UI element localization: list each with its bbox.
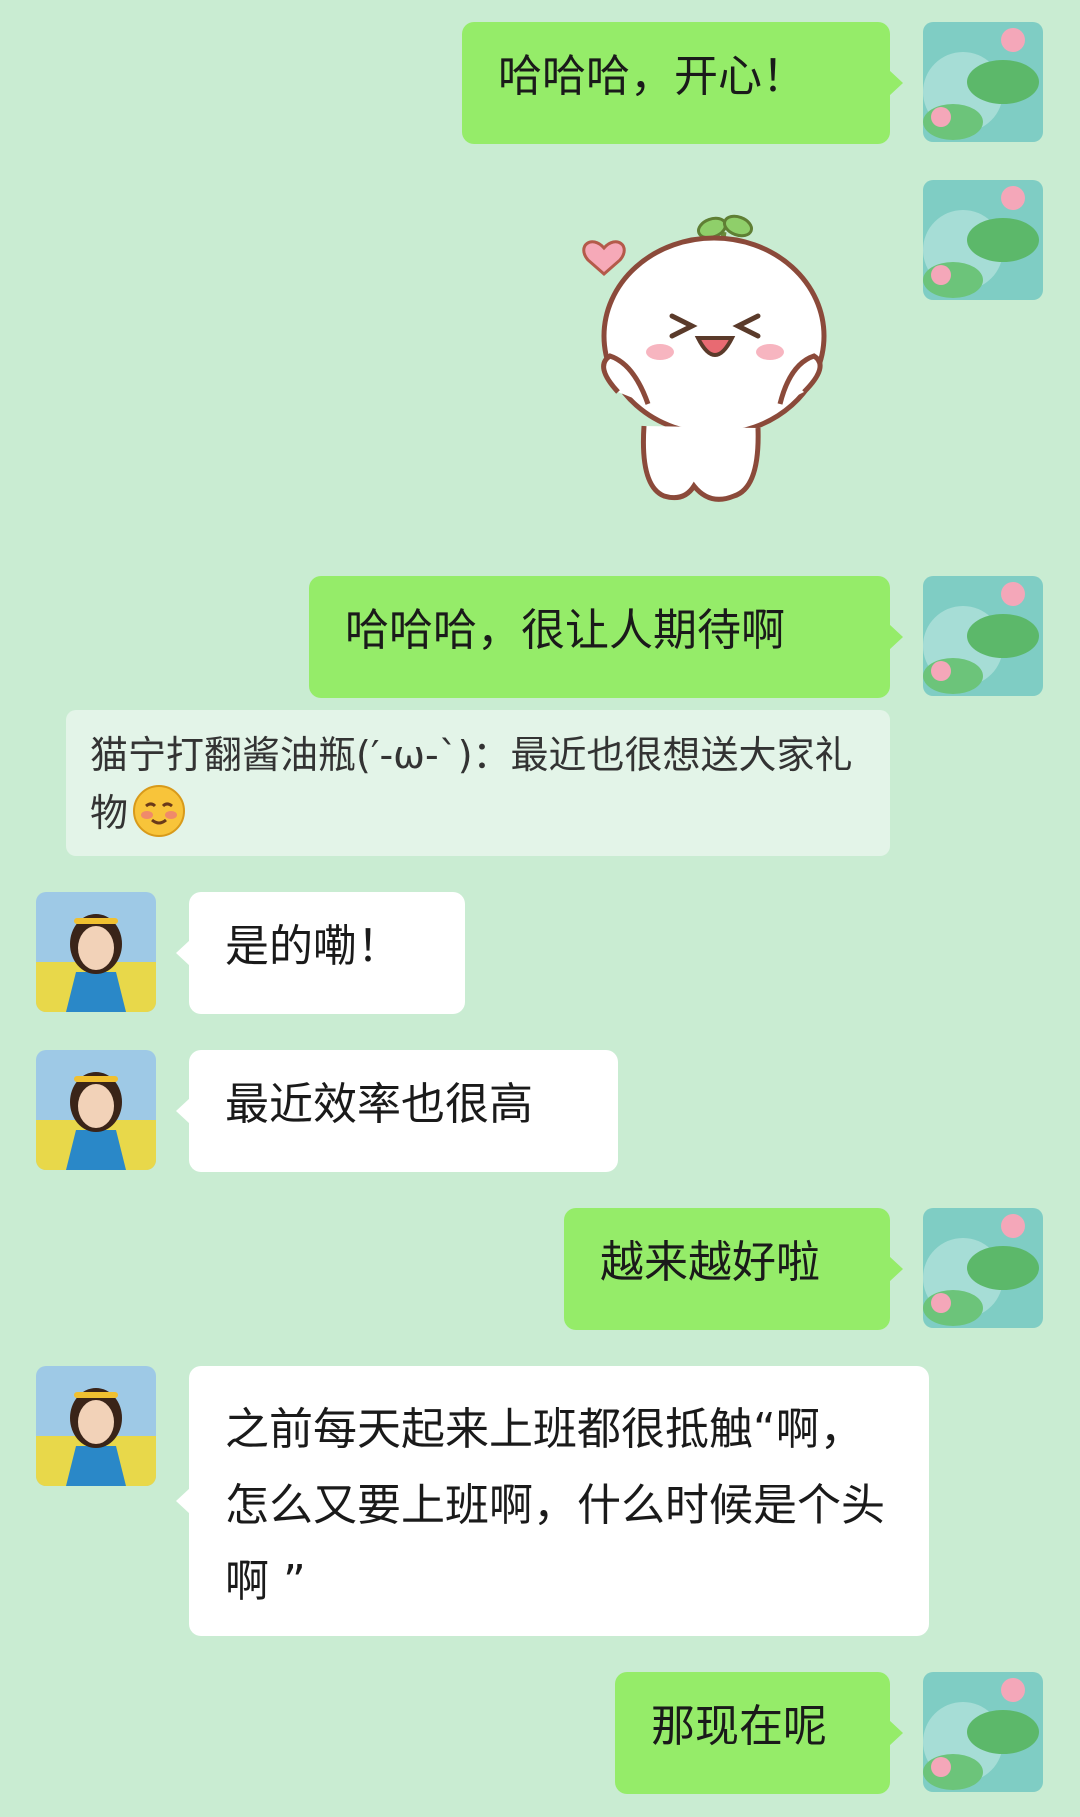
message-text: 越来越好啦 — [600, 1237, 820, 1288]
my-message-bubble[interactable]: 哈哈哈，很让人期待啊 — [309, 576, 903, 698]
contact-message-bubble[interactable]: 是的嘞！ — [176, 892, 465, 1014]
message-text: 是的嘞！ — [225, 921, 401, 972]
contact-avatar-icon[interactable] — [36, 1050, 156, 1170]
shy-smile-emoji-icon — [132, 784, 186, 838]
contact-avatar-icon[interactable] — [36, 1366, 156, 1486]
my-avatar-icon[interactable] — [923, 180, 1043, 300]
contact-avatar-icon[interactable] — [36, 892, 156, 1012]
sprout-sticker-icon[interactable] — [574, 196, 844, 526]
my-message-bubble[interactable]: 哈哈哈，开心！ — [462, 22, 903, 144]
message-text: 最近效率也很高 — [225, 1079, 533, 1130]
my-avatar-icon[interactable] — [923, 22, 1043, 142]
message-text: 哈哈哈，很让人期待啊 — [345, 605, 785, 656]
my-avatar-icon[interactable] — [923, 1672, 1043, 1792]
message-text: 哈哈哈，开心！ — [498, 51, 806, 102]
quoted-message-text: 猫宁打翻酱油瓶(′-ω-`)：最近也很想送大家礼物 — [90, 733, 853, 835]
quoted-message[interactable]: 猫宁打翻酱油瓶(′-ω-`)：最近也很想送大家礼物 — [66, 710, 890, 856]
contact-message-bubble[interactable]: 最近效率也很高 — [176, 1050, 618, 1172]
my-message-bubble[interactable]: 越来越好啦 — [564, 1208, 903, 1330]
message-text: 那现在呢 — [651, 1701, 827, 1752]
message-text: 之前每天起来上班都很抵触“啊，怎么又要上班啊，什么时候是个头啊 ” — [225, 1404, 885, 1607]
my-avatar-icon[interactable] — [923, 1208, 1043, 1328]
contact-message-bubble[interactable]: 之前每天起来上班都很抵触“啊，怎么又要上班啊，什么时候是个头啊 ” — [176, 1366, 929, 1636]
my-message-bubble[interactable]: 那现在呢 — [615, 1672, 903, 1794]
my-avatar-icon[interactable] — [923, 576, 1043, 696]
